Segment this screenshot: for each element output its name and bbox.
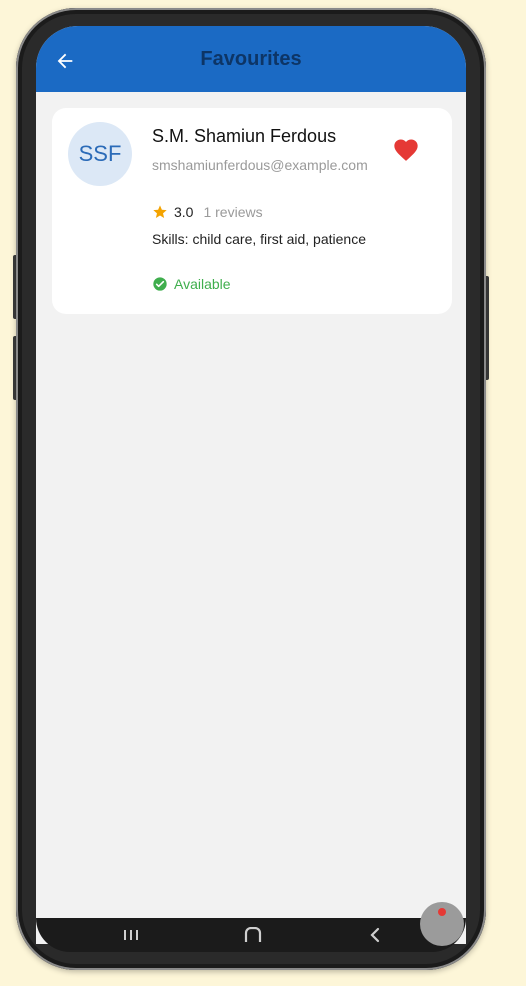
nav-back-button[interactable] xyxy=(360,924,390,946)
check-circle-icon xyxy=(153,277,167,291)
page-title: Favourites xyxy=(200,48,302,70)
floating-action-button[interactable] xyxy=(420,902,464,946)
app-screen: Favourites SSF S.M. Shamiun Ferdous smsh… xyxy=(36,26,466,944)
app-bar: Favourites xyxy=(36,26,466,92)
star-icon xyxy=(153,205,167,218)
skills-text: Skills: child care, first aid, patience xyxy=(152,231,366,247)
system-nav-bar xyxy=(36,918,466,952)
home-icon xyxy=(244,927,262,942)
review-count: 1 reviews xyxy=(203,204,263,220)
home-button[interactable] xyxy=(238,924,268,946)
avatar: SSF xyxy=(68,122,132,186)
rating-row: 3.0 1 reviews xyxy=(152,204,263,220)
favourite-card[interactable]: SSF S.M. Shamiun Ferdous smshamiunferdou… xyxy=(52,108,452,314)
recent-apps-icon xyxy=(124,930,138,940)
recent-apps-button[interactable] xyxy=(116,924,146,946)
notification-dot xyxy=(438,908,446,916)
availability-status: Available xyxy=(152,276,231,292)
caregiver-email: smshamiunferdous@example.com xyxy=(152,157,368,173)
back-icon xyxy=(370,927,380,943)
rating-value: 3.0 xyxy=(174,204,194,220)
favourite-toggle-button[interactable] xyxy=(392,136,420,164)
caregiver-name: S.M. Shamiun Ferdous xyxy=(152,126,337,146)
heart-icon xyxy=(394,139,418,161)
status-label: Available xyxy=(174,276,231,292)
